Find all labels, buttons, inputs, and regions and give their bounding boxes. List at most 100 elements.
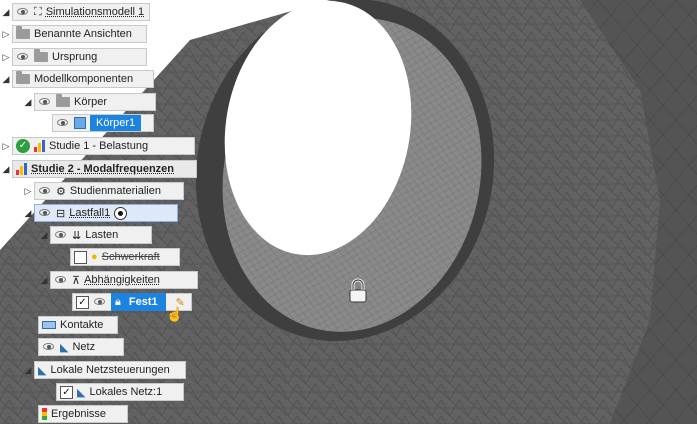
root-label: Simulationsmodell 1: [45, 6, 145, 18]
tree-row-study2: ◢ Studie 2 - Modalfrequenzen: [0, 160, 197, 178]
tree-row-local-mesh: ◢ ◣ Lokale Netzsteuerungen: [22, 361, 186, 379]
components-node[interactable]: Modellkomponenten: [12, 70, 154, 88]
tree-row-bodies: ◢ Körper: [22, 93, 156, 111]
collapse-icon[interactable]: ◢: [22, 361, 34, 379]
results-label: Ergebnisse: [51, 408, 107, 420]
fixed-checkbox[interactable]: ✓: [76, 295, 89, 309]
tree-row-origin: ▷ Ursprung: [0, 48, 147, 66]
origin-label: Ursprung: [52, 51, 98, 63]
eye-icon[interactable]: [38, 186, 52, 196]
loadcase-node[interactable]: ⊟ Lastfall1: [34, 204, 178, 222]
eye-icon[interactable]: [38, 208, 52, 218]
body1-node[interactable]: Körper1: [52, 114, 154, 132]
collapse-icon[interactable]: ◢: [38, 271, 50, 289]
materials-node[interactable]: ⚙ Studienmaterialien: [34, 182, 184, 200]
eye-icon[interactable]: [16, 7, 30, 17]
study-icon: [16, 163, 27, 175]
loads-node[interactable]: ⇊ Lasten: [50, 226, 152, 244]
tree-row-gravity: ● Schwerkraft: [70, 248, 180, 266]
material-icon: ⚙: [56, 185, 66, 198]
constraints-node[interactable]: ⊼ Abhängigkeiten: [50, 271, 198, 289]
folder-icon: [16, 71, 30, 84]
collapse-icon[interactable]: ◢: [0, 70, 12, 88]
study-icon: [34, 140, 45, 152]
gravity-label: Schwerkraft: [101, 251, 160, 263]
contacts-label: Kontakte: [60, 319, 104, 331]
contacts-node[interactable]: Kontakte: [38, 316, 118, 334]
eye-icon[interactable]: [54, 275, 68, 285]
collapse-icon[interactable]: ◢: [22, 93, 34, 111]
folder-icon: [34, 49, 48, 62]
eye-icon[interactable]: [54, 230, 68, 240]
results-icon: [42, 408, 47, 420]
tree-row-components: ◢ Modellkomponenten: [0, 70, 154, 88]
local-mesh1-label: Lokales Netz:1: [89, 386, 163, 398]
eye-hidden-icon[interactable]: [16, 52, 30, 62]
local-mesh-label: Lokale Netzsteuerungen: [50, 364, 170, 376]
bodies-label: Körper: [74, 96, 108, 108]
collapse-icon[interactable]: ◢: [22, 204, 34, 222]
components-label: Modellkomponenten: [34, 73, 134, 85]
named-views-label: Benannte Ansichten: [34, 28, 132, 40]
simulation-model-icon: ⛶: [34, 5, 42, 18]
gravity-checkbox[interactable]: [74, 250, 87, 264]
tree-row-study1: ▷ ✓ Studie 1 - Belastung: [0, 137, 195, 155]
tree-row-loads: ◢ ⇊ Lasten: [38, 226, 152, 244]
hand-cursor-icon: ☝: [166, 306, 184, 322]
constraints-label: Abhängigkeiten: [84, 274, 160, 286]
folder-icon: [16, 26, 30, 39]
expand-icon[interactable]: ▷: [0, 48, 12, 66]
root-node[interactable]: ⛶ Simulationsmodell 1: [12, 3, 151, 21]
loadcase-icon: ⊟: [56, 207, 66, 220]
collapse-icon[interactable]: ◢: [0, 160, 12, 178]
results-node[interactable]: Ergebnisse: [38, 405, 128, 423]
local-mesh1-node[interactable]: ✓ ◣ Lokales Netz:1: [56, 383, 184, 401]
expand-icon[interactable]: ▷: [0, 137, 12, 155]
study2-label: Studie 2 - Modalfrequenzen: [31, 163, 175, 175]
local-mesh1-checkbox[interactable]: ✓: [60, 385, 73, 399]
loads-icon: ⇊: [72, 229, 82, 242]
folder-icon: [56, 94, 70, 107]
fixed-label: Fest1: [128, 296, 158, 308]
tree-row-root: ◢ ⛶ Simulationsmodell 1: [0, 3, 151, 21]
constraint-icon: ⊼: [72, 274, 81, 287]
lock-icon: 🔒︎: [115, 295, 121, 308]
eye-icon[interactable]: [93, 297, 107, 307]
study2-node[interactable]: Studie 2 - Modalfrequenzen: [12, 160, 197, 178]
contact-icon: [42, 321, 56, 329]
local-mesh-node[interactable]: ◣ Lokale Netzsteuerungen: [34, 361, 186, 379]
mesh-label: Netz: [72, 341, 96, 353]
eye-icon[interactable]: [38, 97, 52, 107]
study-complete-icon: ✓: [16, 139, 30, 153]
loadcase-label: Lastfall1: [69, 207, 111, 219]
fixed-selected[interactable]: 🔒︎ Fest1: [111, 293, 166, 311]
collapse-icon[interactable]: ◢: [0, 3, 12, 21]
mesh-icon: ◣: [77, 386, 86, 399]
mesh-icon: ◣: [60, 341, 69, 354]
expand-icon[interactable]: ▷: [0, 25, 12, 43]
bodies-node[interactable]: Körper: [34, 93, 156, 111]
eye-icon[interactable]: [56, 118, 70, 128]
body1-label: Körper1: [90, 115, 142, 131]
origin-node[interactable]: Ursprung: [12, 48, 147, 66]
tree-row-loadcase: ◢ ⊟ Lastfall1: [22, 204, 178, 222]
active-radio-icon[interactable]: [114, 206, 128, 220]
tree-row-constraints: ◢ ⊼ Abhängigkeiten: [38, 271, 198, 289]
tree-row-materials: ▷ ⚙ Studienmaterialien: [22, 182, 184, 200]
named-views-node[interactable]: Benannte Ansichten: [12, 25, 147, 43]
collapse-icon[interactable]: ◢: [38, 226, 50, 244]
tree-row-named-views: ▷ Benannte Ansichten: [0, 25, 147, 43]
mesh-node[interactable]: ◣ Netz: [38, 338, 124, 356]
tree-row-mesh: ◣ Netz: [38, 338, 124, 356]
apple-icon: ●: [91, 251, 98, 263]
loads-label: Lasten: [85, 229, 119, 241]
gravity-node[interactable]: ● Schwerkraft: [70, 248, 180, 266]
tree-row-body1: Körper1: [52, 114, 154, 132]
tree-row-results: Ergebnisse: [38, 405, 128, 423]
mesh-icon: ◣: [38, 364, 47, 377]
study1-node[interactable]: ✓ Studie 1 - Belastung: [12, 137, 195, 155]
eye-icon[interactable]: [42, 342, 56, 352]
tree-row-contacts: Kontakte: [38, 316, 118, 334]
expand-icon[interactable]: ▷: [22, 182, 34, 200]
body-icon: [74, 117, 86, 129]
